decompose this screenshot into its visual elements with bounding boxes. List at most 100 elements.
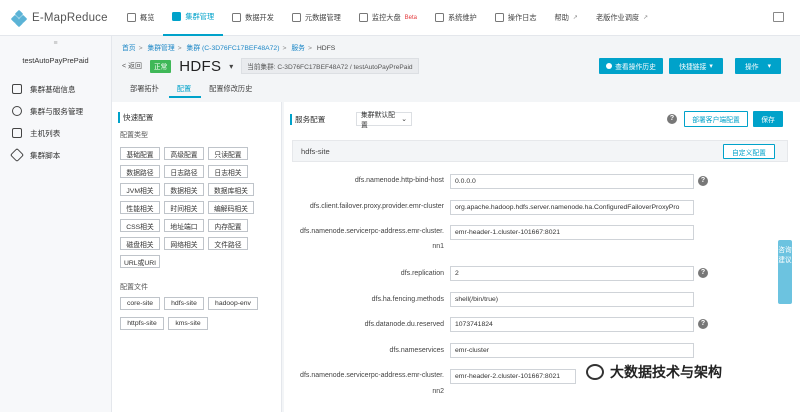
beta-badge: Beta [404, 14, 417, 21]
config-file-chip[interactable]: core-site [120, 297, 160, 310]
config-key-suffix: nn2 [432, 388, 444, 395]
quick-link-button[interactable]: 快捷链接 ▾ [669, 58, 723, 74]
config-value-input[interactable]: org.apache.hadoop.hdfs.server.namenode.h… [450, 200, 694, 215]
emr-logo-icon [10, 9, 28, 27]
custom-config-button[interactable]: 自定义配置 [723, 144, 775, 159]
wechat-icon [586, 364, 604, 380]
tab-config-history[interactable]: 配置修改历史 [201, 84, 262, 98]
nav-label: 数据开发 [245, 12, 274, 22]
tab-configuration[interactable]: 配置 [168, 84, 202, 98]
watermark-text: 大数据技术与架构 [610, 364, 722, 380]
config-type-chip[interactable]: 内存配置 [208, 219, 248, 232]
config-key-suffix: nn1 [432, 243, 444, 250]
nav-label: 帮助 [554, 12, 569, 22]
sidebar-item-hosts[interactable]: 主机列表 [0, 122, 111, 144]
nav-system-maintenance[interactable]: 系统维护 [426, 0, 486, 36]
config-type-chip[interactable]: 高级配置 [164, 147, 204, 160]
config-file-chip[interactable]: kms-site [168, 317, 208, 330]
quick-config-panel: 快速配置 配置类型 基础配置 高级配置 只读配置 数据路径 日志路径 日志相关 … [112, 102, 282, 412]
config-type-chip[interactable]: 地址端口 [164, 219, 204, 232]
sidebar-item-label: 集群基础信息 [30, 84, 76, 94]
sidebar: ≡ testAutoPayPrePaid 集群基础信息 集群与服务管理 主机列表… [0, 36, 112, 412]
feedback-float-tab[interactable]: 咨询建议 [778, 240, 792, 304]
config-value-input[interactable]: emr-header-2.cluster-101667:8021 [450, 369, 576, 384]
config-file-chip[interactable]: httpfs-site [120, 317, 164, 330]
data-dev-icon [232, 13, 242, 22]
config-key: dfs.client.failover.proxy.provider.emr-c… [309, 203, 444, 210]
config-type-chip[interactable]: 编解码相关 [208, 201, 254, 214]
config-type-chip[interactable]: 网络相关 [164, 237, 204, 250]
config-value-input[interactable]: 2 [450, 266, 694, 281]
log-icon [494, 13, 504, 22]
help-icon[interactable]: ? [698, 176, 708, 186]
config-type-chip[interactable]: 数据相关 [164, 183, 204, 196]
save-button[interactable]: 保存 [753, 111, 783, 127]
sidebar-item-label: 集群脚本 [30, 150, 61, 160]
config-type-chip[interactable]: 日志路径 [164, 165, 204, 178]
config-type-chip[interactable]: 时间相关 [164, 201, 204, 214]
breadcrumb-services[interactable]: 服务 [291, 45, 305, 52]
config-type-chip[interactable]: 性能相关 [120, 201, 160, 214]
help-icon[interactable]: ? [667, 114, 677, 124]
config-type-chip[interactable]: 磁盘相关 [120, 237, 160, 250]
nav-data-development[interactable]: 数据开发 [223, 0, 283, 36]
sidebar-item-label: 集群与服务管理 [30, 106, 84, 116]
back-link[interactable]: < 返回 [122, 61, 142, 71]
config-type-chip[interactable]: 基础配置 [120, 147, 160, 160]
breadcrumb-cluster-management[interactable]: 集群管理 [147, 45, 174, 52]
help-icon[interactable]: ? [698, 319, 708, 329]
breadcrumb-home[interactable]: 首页 [122, 45, 136, 52]
config-type-chip[interactable]: JVM相关 [120, 183, 160, 196]
config-key: dfs.datanode.du.reserved [364, 321, 444, 328]
config-scope-select[interactable]: 集群默认配置 ⌄ [356, 112, 412, 129]
config-key: dfs.replication [400, 270, 444, 277]
config-type-chip[interactable]: 数据路径 [120, 165, 160, 178]
nav-operation-log[interactable]: 操作日志 [486, 0, 546, 36]
nav-metadata[interactable]: 元数据管理 [283, 0, 350, 36]
deploy-client-config-button[interactable]: 部署客户端配置 [684, 111, 748, 127]
config-type-chip[interactable]: CSS相关 [120, 219, 160, 232]
sidebar-collapse-handle[interactable]: ≡ [0, 36, 111, 56]
chevron-down-icon: ▾ [709, 63, 713, 70]
config-type-chip[interactable]: URL或URI [120, 255, 160, 268]
nav-overview[interactable]: 概览 [118, 0, 163, 36]
select-value: 集群默认配置 [361, 112, 395, 129]
config-file-chip[interactable]: hadoop-env [208, 297, 258, 310]
breadcrumb: 首页 > 集群管理 > 集群 (C-3D76FC17BEF48A72) > 服务 > H… [122, 45, 336, 52]
info-icon [12, 84, 22, 94]
config-value-input[interactable]: emr-header-1.cluster-101667:8021 [450, 225, 694, 240]
quick-config-title: 快速配置 [118, 112, 153, 123]
chevron-down-icon[interactable]: ▾ [229, 62, 233, 71]
breadcrumb-cluster[interactable]: 集群 (C-3D76FC17BEF48A72) [187, 45, 280, 52]
nav-monitoring[interactable]: 监控大盘 Beta [350, 0, 426, 36]
title-row: < 返回 正常 HDFS ▾ 当前集群: C-3D76FC17BEF48A72 … [122, 56, 419, 76]
config-value-input[interactable]: shell(/bin/true) [450, 292, 694, 307]
gear-icon [12, 106, 22, 116]
layout-toggle-icon[interactable] [773, 12, 784, 22]
sidebar-item-cluster-info[interactable]: 集群基础信息 [0, 78, 111, 100]
config-type-chip[interactable]: 数据库相关 [208, 183, 254, 196]
config-type-chip[interactable]: 只读配置 [208, 147, 248, 160]
config-value-input[interactable]: 1073741824 [450, 317, 694, 332]
action-button[interactable]: 操作 ▾ [735, 58, 781, 74]
help-icon[interactable]: ? [698, 268, 708, 278]
config-type-chip[interactable]: 文件路径 [208, 237, 248, 250]
config-file-chip[interactable]: hdfs-site [164, 297, 204, 310]
nav-help[interactable]: 帮助 ↗ [546, 0, 587, 36]
sidebar-item-scripts[interactable]: 集群脚本 [0, 144, 111, 166]
config-value-input[interactable]: 0.0.0.0 [450, 174, 694, 189]
nav-label: 集群管理 [185, 11, 215, 21]
button-label: 快捷链接 [679, 64, 707, 71]
nav-legacy-scheduler[interactable]: 老版作业调度 ↗ [587, 0, 657, 36]
view-history-button[interactable]: 查看操作历史 [599, 58, 663, 74]
brand-name: E-MapReduce [32, 11, 108, 24]
nav-cluster-management[interactable]: 集群管理 [163, 0, 224, 36]
sidebar-item-services[interactable]: 集群与服务管理 [0, 100, 111, 122]
config-type-chip[interactable]: 日志相关 [208, 165, 248, 178]
nav-label: 监控大盘 [371, 12, 401, 22]
tab-deployment-topology[interactable]: 部署拓扑 [122, 84, 169, 98]
brand-logo[interactable]: E-MapReduce [0, 0, 112, 36]
config-value-input[interactable]: emr-cluster [450, 343, 694, 358]
external-link-icon: ↗ [643, 15, 649, 21]
overview-icon [127, 13, 136, 22]
